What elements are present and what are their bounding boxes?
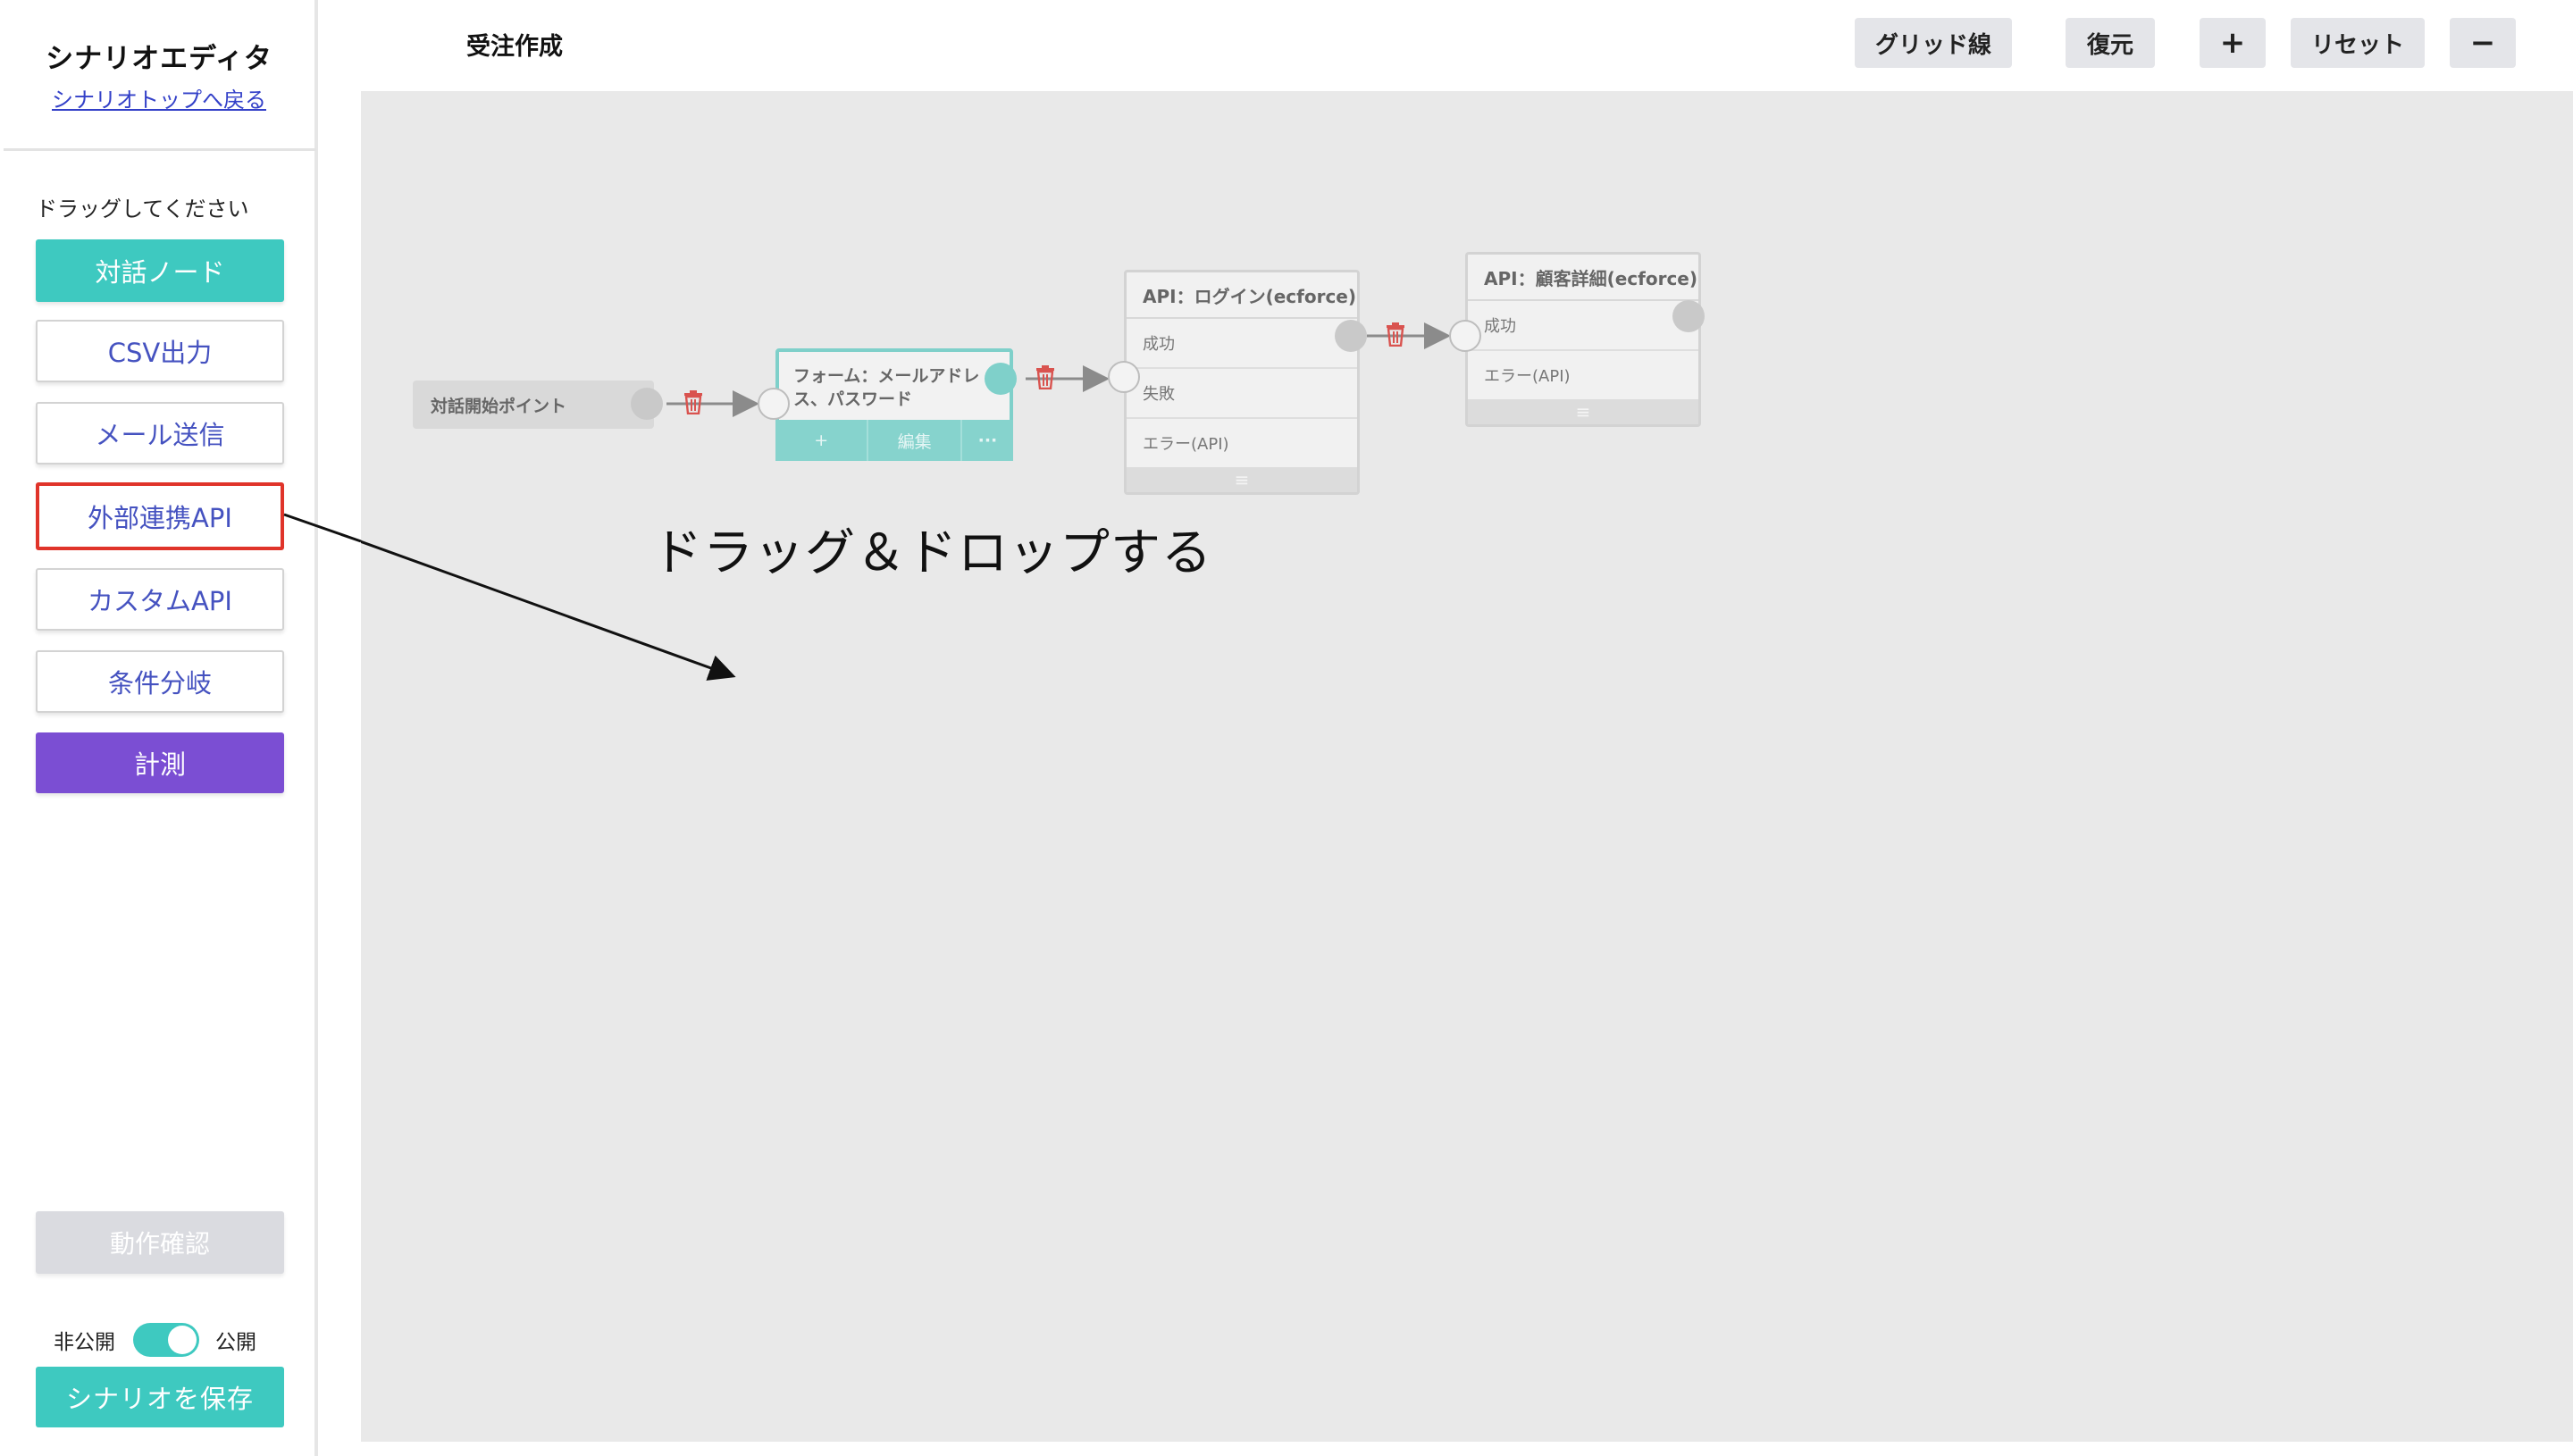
api-login-row-error: エラー(API) [1143, 435, 1229, 454]
test-run-button[interactable]: 動作確認 [36, 1211, 284, 1274]
drag-hint: ドラッグしてください [36, 197, 249, 222]
form-output-port[interactable] [985, 363, 1017, 395]
toggle-knob [168, 1326, 197, 1354]
palette-external-api[interactable]: 外部連携API [36, 482, 284, 550]
drag-drop-annotation: ドラッグ＆ドロップする [652, 524, 1212, 582]
private-label: 非公開 [54, 1331, 115, 1354]
drag-arrow-start [283, 513, 362, 543]
api-login-success-port[interactable] [1335, 320, 1367, 352]
drag-handle-icon[interactable]: ≡ [1127, 467, 1357, 492]
start-output-port[interactable] [631, 388, 663, 420]
sidebar-divider [4, 148, 316, 151]
public-label: 公開 [215, 1331, 256, 1354]
palette-measurement[interactable]: 計測 [36, 732, 284, 793]
grid-lines-button[interactable]: グリッド線 [1855, 18, 2012, 68]
api-customer-success-port[interactable] [1672, 300, 1705, 332]
back-to-scenario-top-link[interactable]: シナリオトップへ戻る [0, 82, 318, 113]
restore-button[interactable]: 復元 [2066, 18, 2155, 68]
delete-connection-icon[interactable] [1385, 322, 1406, 347]
delete-connection-icon[interactable] [1035, 364, 1056, 389]
api-login-title: API：ログイン(ecforce) [1127, 272, 1357, 319]
sidebar: シナリオエディタ シナリオトップへ戻る ドラッグしてください 対話ノード CSV… [0, 0, 318, 1456]
palette-dialog-node[interactable]: 対話ノード [36, 239, 284, 302]
start-node[interactable]: 対話開始ポイント [413, 381, 654, 429]
start-node-label: 対話開始ポイント [431, 396, 567, 416]
palette-condition-branch[interactable]: 条件分岐 [36, 650, 284, 713]
api-customer-row-error: エラー(API) [1484, 367, 1571, 386]
reset-button[interactable]: リセット [2291, 18, 2425, 68]
palette-mail-send[interactable]: メール送信 [36, 402, 284, 464]
zoom-in-button[interactable]: + [2200, 18, 2266, 68]
more-icon[interactable]: ··· [962, 420, 1013, 461]
add-icon[interactable]: + [775, 420, 869, 461]
api-customer-node[interactable]: API：顧客詳細(ecforce) 成功 エラー(API) ≡ [1465, 252, 1701, 427]
publish-toggle-row: 非公開 公開 [54, 1322, 268, 1358]
save-scenario-button[interactable]: シナリオを保存 [36, 1367, 284, 1427]
api-customer-row-success: 成功 [1468, 301, 1698, 351]
palette-csv-output[interactable]: CSV出力 [36, 320, 284, 382]
delete-connection-icon[interactable] [683, 389, 704, 414]
drag-handle-icon[interactable]: ≡ [1468, 399, 1698, 424]
publish-toggle[interactable] [133, 1323, 199, 1357]
flow-canvas[interactable]: 対話開始ポイント フォーム：メールアドレス、パスワード + 編集 ··· API… [361, 91, 2573, 1442]
app-title: シナリオエディタ [46, 43, 272, 75]
api-login-input-port[interactable] [1108, 361, 1140, 393]
api-login-node[interactable]: API：ログイン(ecforce) 成功 失敗 エラー(API) ≡ [1124, 270, 1360, 495]
zoom-out-button[interactable]: − [2450, 18, 2516, 68]
form-input-port[interactable] [758, 388, 790, 420]
edit-button[interactable]: 編集 [868, 420, 962, 461]
api-customer-title: API：顧客詳細(ecforce) [1468, 255, 1698, 301]
api-customer-input-port[interactable] [1449, 320, 1481, 352]
palette-custom-api[interactable]: カスタムAPI [36, 568, 284, 631]
page-title: 受注作成 [466, 33, 563, 61]
api-login-row-success: 成功 [1127, 319, 1357, 369]
form-node-title: フォーム：メールアドレス、パスワード [793, 366, 980, 409]
api-login-row-failure: 失敗 [1127, 369, 1357, 419]
form-node[interactable]: フォーム：メールアドレス、パスワード + 編集 ··· [775, 348, 1013, 461]
form-node-actions: + 編集 ··· [775, 420, 1013, 461]
